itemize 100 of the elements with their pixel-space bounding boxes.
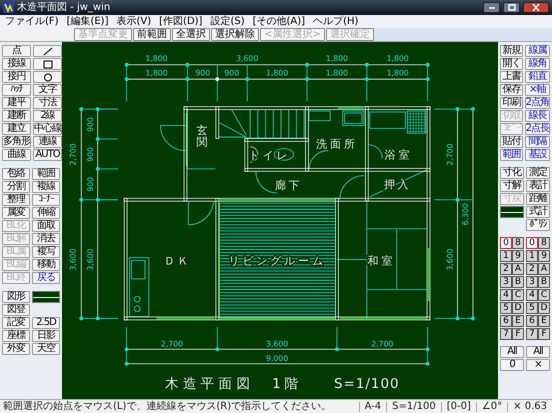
tool-button[interactable]: 2.5D xyxy=(32,317,60,329)
tool-button[interactable]: 文字 xyxy=(33,84,62,96)
tool-button[interactable]: 線角 xyxy=(524,58,550,70)
tool-button[interactable]: AUTO xyxy=(33,149,62,161)
tool-button[interactable]: 面取 xyxy=(32,220,60,232)
tool-button[interactable]: 2点長 xyxy=(524,123,550,135)
tool-button[interactable]: 建立 xyxy=(2,123,31,135)
tool-button[interactable]: 多角形 xyxy=(2,136,31,148)
layer-button[interactable]: 6 xyxy=(526,315,538,327)
layer-group-button[interactable]: A xyxy=(512,263,524,275)
close-button[interactable] xyxy=(523,2,549,13)
tool-button[interactable]: 貼付 xyxy=(500,136,523,148)
tool-button[interactable]: 日影 xyxy=(32,330,60,342)
layer-button[interactable]: B xyxy=(538,276,550,288)
layer-button[interactable]: 3 xyxy=(526,276,538,288)
tool-button[interactable]: 中心線 xyxy=(33,123,62,135)
layer-button[interactable]: 8 xyxy=(538,237,550,249)
tool-button[interactable]: 点 xyxy=(2,45,31,57)
tool-button[interactable]: 移動 xyxy=(32,259,60,271)
tool-button[interactable]: 戻る xyxy=(32,272,60,284)
tool-button[interactable]: 天空 xyxy=(32,343,60,355)
tool-button[interactable]: 式計 xyxy=(526,206,550,218)
tool-button[interactable] xyxy=(33,58,62,70)
layer-button[interactable]: 9 xyxy=(538,250,550,262)
layer-group-button[interactable]: 7 xyxy=(500,328,512,340)
layer-button[interactable]: × xyxy=(526,359,550,371)
tool-button[interactable]: 範囲 xyxy=(32,168,60,180)
tool-button[interactable]: 建断 xyxy=(2,110,31,122)
layer-group-button[interactable]: 2 xyxy=(500,263,512,275)
tool-button[interactable]: 接線 xyxy=(2,58,31,70)
tool-button[interactable]: 寸解 xyxy=(500,180,524,192)
menu-item[interactable]: [編集(E)] xyxy=(66,16,108,26)
layer-group-button[interactable]: 0 xyxy=(500,237,512,249)
layer-group-button[interactable]: B xyxy=(512,276,524,288)
layer-button[interactable]: F xyxy=(538,328,550,340)
layer-group-button[interactable]: C xyxy=(512,289,524,301)
maximize-button[interactable] xyxy=(503,2,520,13)
menu-item[interactable]: [その他(A)] xyxy=(252,16,306,26)
tool-button[interactable]: 伸縮 xyxy=(32,207,60,219)
tool-button[interactable]: 距離 xyxy=(526,193,550,205)
layer-group-button[interactable]: F xyxy=(512,328,524,340)
tool-button[interactable]: 2線 xyxy=(33,110,62,122)
tool-button[interactable]: ﾎﾟﾘｼ xyxy=(526,219,550,231)
tool-button[interactable]: 曲線 xyxy=(2,149,31,161)
menu-item[interactable]: ファイル(F) xyxy=(5,16,59,26)
layer-button[interactable]: E xyxy=(538,315,550,327)
tool-button[interactable]: 新規 xyxy=(500,45,523,57)
menu-item[interactable]: 表示(V) xyxy=(116,16,152,26)
tool-button[interactable] xyxy=(33,71,62,83)
tool-button[interactable]: 基設 xyxy=(524,149,550,161)
layer-button[interactable]: 7 xyxy=(526,328,538,340)
layer-color-swatch[interactable] xyxy=(500,206,524,218)
tool-button[interactable]: 上書 xyxy=(500,71,523,83)
layer-button[interactable]: D xyxy=(538,302,550,314)
layer-group-button[interactable]: 9 xyxy=(512,250,524,262)
tool-button[interactable]: 連線 xyxy=(33,136,62,148)
tool-button[interactable]: 消去 xyxy=(32,233,60,245)
tool-button[interactable]: ﾊｯﾁ xyxy=(2,84,31,96)
layer-button[interactable]: 2 xyxy=(526,263,538,275)
minimize-button[interactable] xyxy=(483,2,500,13)
layer-group-button[interactable]: 1 xyxy=(500,250,512,262)
tool-button[interactable]: 範囲 xyxy=(500,149,523,161)
tool-button[interactable]: 寸化 xyxy=(500,167,524,179)
tool-button[interactable]: ×軸 xyxy=(524,84,550,96)
tool-button[interactable]: 建平 xyxy=(2,97,31,109)
layer-button[interactable]: All xyxy=(526,346,550,358)
layer-button[interactable]: C xyxy=(538,289,550,301)
layer-group-button[interactable]: E xyxy=(512,315,524,327)
tool-button[interactable]: 測定 xyxy=(526,167,550,179)
tool-button[interactable]: 図登 xyxy=(2,304,30,316)
toolbar-button[interactable]: 選択解除 xyxy=(211,28,259,41)
menu-item[interactable]: [作図(D)] xyxy=(159,16,202,26)
tool-button[interactable]: 2点角 xyxy=(524,97,550,109)
layer-group-button[interactable]: 8 xyxy=(512,237,524,249)
layer-group-button[interactable]: 5 xyxy=(500,302,512,314)
layer-group-button[interactable]: 3 xyxy=(500,276,512,288)
tool-button[interactable]: 接円 xyxy=(2,71,31,83)
tool-button[interactable]: 鉛直 xyxy=(524,71,550,83)
tool-button[interactable]: 整理 xyxy=(2,194,30,206)
tool-button[interactable]: 座標 xyxy=(2,330,30,342)
tool-button[interactable]: 線長 xyxy=(524,110,550,122)
layer-color-swatch[interactable] xyxy=(32,291,60,303)
layer-button[interactable]: 1 xyxy=(526,250,538,262)
tool-button[interactable]: ｺｰﾅｰ xyxy=(32,194,60,206)
layer-button[interactable]: 0 xyxy=(500,359,524,371)
tool-button[interactable]: 複写 xyxy=(32,246,60,258)
tool-button[interactable]: 線属 xyxy=(524,45,550,57)
toolbar-button[interactable]: 全選択 xyxy=(172,28,210,41)
layer-button[interactable]: 5 xyxy=(526,302,538,314)
tool-button[interactable]: 表計 xyxy=(526,180,550,192)
tool-button[interactable]: 記変 xyxy=(2,317,30,329)
toolbar-button[interactable]: 前範囲 xyxy=(133,28,171,41)
tool-button[interactable]: 開く xyxy=(500,58,523,70)
menu-item[interactable]: ヘルプ(H) xyxy=(313,16,358,26)
tool-button[interactable]: 間隔 xyxy=(524,136,550,148)
tool-button[interactable]: 複線 xyxy=(32,181,60,193)
tool-button[interactable]: 図形 xyxy=(2,291,30,303)
layer-group-button[interactable]: 4 xyxy=(500,289,512,301)
tool-button[interactable] xyxy=(33,45,62,57)
tool-button[interactable]: 分割 xyxy=(2,181,30,193)
